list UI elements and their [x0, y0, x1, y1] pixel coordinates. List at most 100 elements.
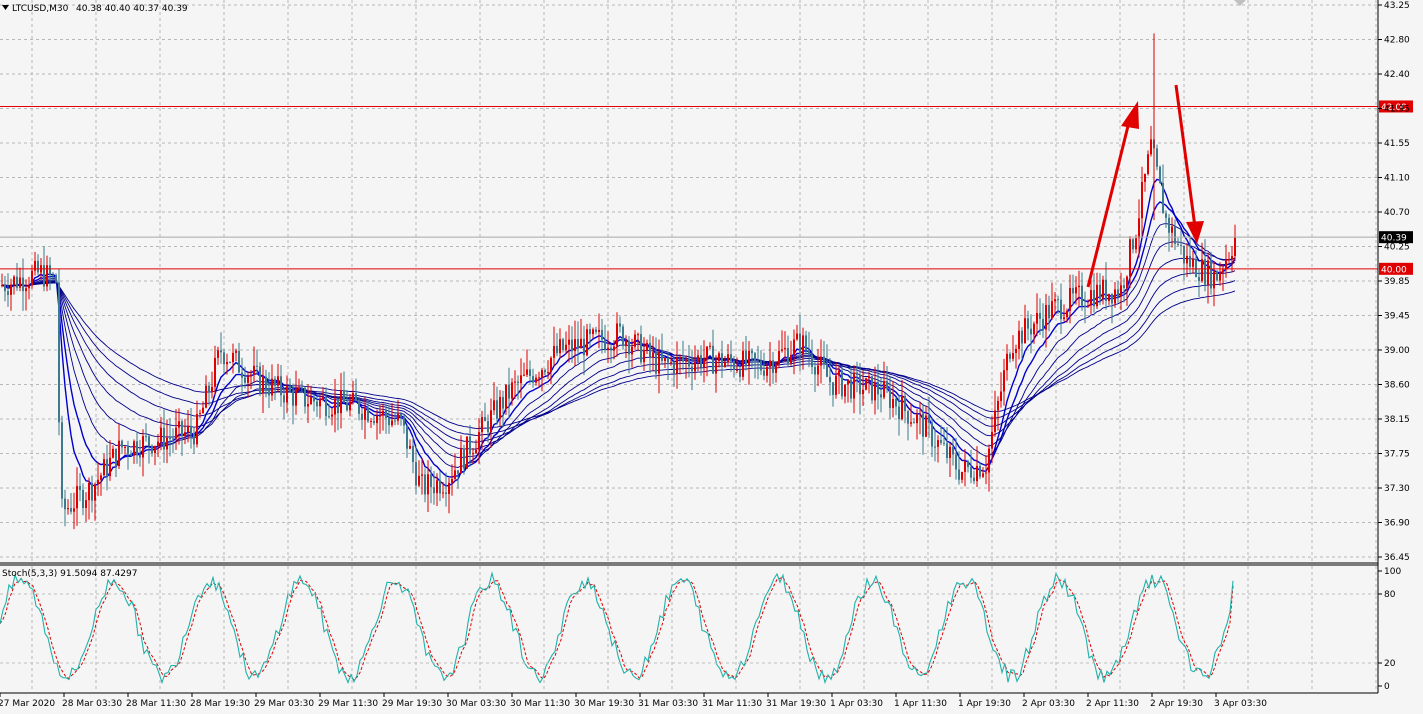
- candle-body: [889, 388, 891, 408]
- candle-body: [982, 473, 984, 477]
- candle-body: [934, 446, 936, 448]
- candle-body: [211, 386, 213, 393]
- candle-body: [775, 364, 777, 373]
- candle-body: [994, 410, 996, 432]
- candle-body: [1162, 182, 1164, 214]
- price-tick-label: 43.25: [1384, 1, 1410, 11]
- candle-body: [334, 398, 336, 415]
- time-axis[interactable]: 27 Mar 2020 28 Mar 03:30 28 Mar 11:30 28 Ma…: [0, 693, 1267, 709]
- candle-body: [259, 366, 261, 394]
- candle-body: [619, 323, 621, 327]
- candle-body: [502, 397, 504, 409]
- candle-body: [1063, 317, 1065, 320]
- candle-body: [220, 350, 222, 353]
- candle-body: [496, 400, 498, 419]
- candle-body: [202, 407, 204, 414]
- candle-body: [286, 386, 288, 403]
- candle-body: [298, 387, 300, 390]
- candle-body: [1093, 290, 1095, 307]
- candle-body: [1186, 255, 1188, 264]
- symbol-label: LTCUSD,M30: [12, 4, 69, 14]
- candle-body: [751, 350, 753, 354]
- candle-body: [325, 397, 327, 417]
- candle-body: [736, 369, 738, 371]
- candle-body: [178, 421, 180, 428]
- candle-body: [742, 350, 744, 377]
- candle-body: [925, 415, 927, 437]
- candle-body: [214, 357, 216, 387]
- candle-body: [256, 365, 258, 367]
- time-tick-label: 29 Mar 11:30: [318, 699, 378, 709]
- candle-body: [55, 275, 57, 283]
- candle-body: [1126, 276, 1128, 288]
- candle-body: [985, 472, 987, 474]
- candle-body: [133, 441, 135, 456]
- price-tick-label: 41.10: [1384, 174, 1410, 184]
- candle-body: [1108, 293, 1110, 302]
- candle-body: [580, 338, 582, 349]
- candle-body: [376, 415, 378, 424]
- candle-body: [643, 350, 645, 363]
- candle-body: [601, 329, 603, 340]
- candle-body: [658, 352, 660, 374]
- candle-body: [1231, 256, 1233, 259]
- candle-body: [1039, 312, 1041, 319]
- candle-body: [739, 369, 741, 377]
- chart-window[interactable]: 42.0040.0040.39 43.2542.8042.4041.9541.5…: [0, 0, 1423, 714]
- candle-body: [1165, 213, 1167, 218]
- candle-body: [970, 466, 972, 478]
- candle-body: [79, 486, 81, 490]
- candle-body: [448, 482, 450, 494]
- candle-body: [1171, 226, 1173, 233]
- time-tick-label: 31 Mar 11:30: [702, 699, 762, 709]
- candle-body: [1210, 260, 1212, 289]
- candle-body: [397, 413, 399, 421]
- candle-body: [649, 342, 651, 358]
- candle-body: [1030, 328, 1032, 335]
- candle-body: [634, 334, 636, 347]
- candle-body: [652, 352, 654, 358]
- candle-body: [460, 448, 462, 474]
- candle-body: [97, 479, 99, 485]
- candle-body: [691, 366, 693, 372]
- time-tick-label: 2 Apr 03:30: [1022, 699, 1075, 709]
- candle-body: [823, 356, 825, 365]
- price-tick-label: 36.45: [1384, 553, 1410, 563]
- candle-body: [1225, 259, 1227, 270]
- candle-body: [73, 508, 75, 512]
- candle-body: [31, 270, 33, 286]
- candle-body: [913, 422, 915, 424]
- candle-body: [1057, 299, 1059, 301]
- candle-body: [358, 400, 360, 414]
- candle-body: [604, 339, 606, 350]
- candle-body: [799, 333, 801, 354]
- candle-body: [610, 347, 612, 351]
- ohlc-label: 40.38 40.40 40.37 40.39: [76, 4, 188, 14]
- time-tick-label: 1 Apr 19:30: [958, 699, 1011, 709]
- candle-body: [499, 397, 501, 419]
- candle-body: [826, 364, 828, 377]
- candle-body: [115, 448, 117, 467]
- candle-body: [646, 342, 648, 351]
- candle-body: [1144, 173, 1146, 182]
- candle-body: [895, 398, 897, 407]
- candle-body: [223, 352, 225, 365]
- candle-body: [100, 475, 102, 480]
- price-axis[interactable]: 43.25 42.80 42.40 41.95 41.55 41.10 40.70 40.25…: [1378, 1, 1410, 563]
- candle-body: [85, 500, 87, 509]
- candle-body: [802, 335, 804, 354]
- candle-body: [1222, 269, 1224, 273]
- candle-body: [1099, 284, 1101, 299]
- candle-body: [235, 350, 237, 353]
- candle-body: [190, 425, 192, 434]
- candle-body: [469, 436, 471, 455]
- candle-body: [958, 469, 960, 480]
- candle-body: [118, 440, 120, 467]
- candle-body: [1036, 312, 1038, 324]
- candle-body: [340, 390, 342, 414]
- candle-body: [253, 365, 255, 375]
- candle-body: [181, 421, 183, 437]
- candle-body: [1069, 287, 1071, 311]
- candle-body: [199, 413, 201, 415]
- candle-body: [1147, 154, 1149, 174]
